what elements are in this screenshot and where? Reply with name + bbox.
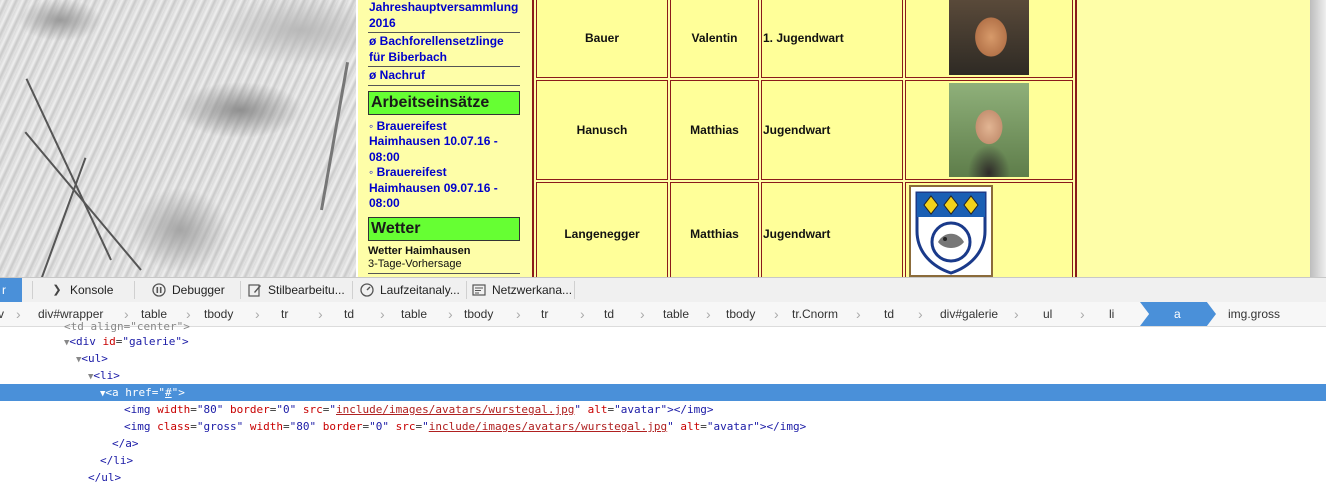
reed-decoration <box>320 62 350 211</box>
divider <box>134 281 135 299</box>
debugger-icon <box>152 283 166 297</box>
tab-style-editor[interactable]: Stilbearbeitu... <box>248 278 345 302</box>
markup-line[interactable]: </a> <box>0 435 1326 452</box>
style-editor-icon <box>248 283 262 297</box>
divider <box>352 281 353 299</box>
club-crest-icon <box>915 191 987 275</box>
attr-value: 80 <box>296 420 310 433</box>
closing-tag: </a> <box>112 437 139 450</box>
surname-cell: Langenegger <box>536 182 668 277</box>
divider <box>466 281 467 299</box>
attr-value: 80 <box>203 403 217 416</box>
section-heading-work: Arbeitseinsätze <box>368 90 520 115</box>
weather-title: Wetter Haimhausen <box>368 244 471 257</box>
attr-value: gross <box>203 420 237 433</box>
role-cell: Jugendwart <box>761 80 903 180</box>
markup-line[interactable]: ▼<ul> <box>0 350 1326 367</box>
firstname-cell: Valentin <box>670 0 759 78</box>
tag-name: div <box>76 335 96 348</box>
work-item[interactable]: ◦ Brauereifest Haimhausen 09.07.16 - 08:… <box>368 165 520 212</box>
members-table: Bauer Valentin 1. Jugendwart Hanusch Mat… <box>532 0 1077 277</box>
work-link[interactable]: ◦ Brauereifest Haimhausen 10.07.16 - 08:… <box>369 119 520 166</box>
page-shadow <box>1310 0 1326 277</box>
divider <box>32 281 33 299</box>
tab-label: Netzwerkana... <box>492 283 573 297</box>
surname-cell: Hanusch <box>536 80 668 180</box>
tab-debugger[interactable]: Debugger <box>152 278 225 302</box>
photo-cell <box>905 182 1073 277</box>
src-link[interactable]: include/images/avatars/wurstegal.jpg <box>429 420 667 433</box>
tag-name: ul <box>88 352 102 365</box>
news-link[interactable]: ø Nachruf <box>369 68 520 84</box>
attr-name: id <box>102 335 116 348</box>
tab-label: Stilbearbeitu... <box>268 283 345 297</box>
devtools-toolbar: r ❯ Konsole Debugger Stilbearbeitu... La… <box>0 277 1326 303</box>
markup-view: <td align="center"> ▼<div id="galerie"> … <box>0 320 1326 484</box>
markup-line[interactable]: </li> <box>0 452 1326 469</box>
markup-line[interactable]: ▼<li> <box>0 367 1326 384</box>
web-page: Jahreshauptversammlung 2016 ø Bachforell… <box>0 0 1326 277</box>
tab-console[interactable]: ❯ Konsole <box>50 278 113 302</box>
work-item[interactable]: ◦ Brauereifest Haimhausen 10.07.16 - 08:… <box>368 119 520 166</box>
reed-decoration <box>24 131 142 271</box>
tab-network[interactable]: Netzwerkana... <box>472 278 572 302</box>
role-cell: Jugendwart <box>761 182 903 277</box>
tab-performance[interactable]: Laufzeitanaly... <box>360 278 460 302</box>
attr-value: avatar <box>620 403 661 416</box>
tab-inspector[interactable]: r <box>0 278 22 302</box>
page-content: Jahreshauptversammlung 2016 ø Bachforell… <box>358 0 1310 277</box>
news-sidebar: Jahreshauptversammlung 2016 ø Bachforell… <box>368 0 520 274</box>
tab-label: r <box>2 283 6 297</box>
tag-name: a <box>112 386 119 399</box>
photo-cell <box>905 80 1073 180</box>
attr-value: galerie <box>129 335 176 348</box>
divider <box>574 281 575 299</box>
src-link[interactable]: include/images/avatars/wurstegal.jpg <box>336 403 574 416</box>
work-link[interactable]: ◦ Brauereifest Haimhausen 09.07.16 - 08:… <box>369 165 520 212</box>
member-photo[interactable] <box>949 83 1029 177</box>
club-crest-image[interactable] <box>909 185 993 277</box>
network-icon <box>472 283 486 297</box>
surname-cell: Bauer <box>536 0 668 78</box>
attr-value: 0 <box>375 420 383 433</box>
table-row: Langenegger Matthias Jugendwart <box>536 182 1073 277</box>
background-image <box>0 0 356 277</box>
table-row: Hanusch Matthias Jugendwart <box>536 80 1073 180</box>
reed-decoration <box>25 78 112 261</box>
closing-tag: </li> <box>100 454 134 467</box>
member-photo[interactable] <box>949 0 1029 75</box>
role-cell: 1. Jugendwart <box>761 0 903 78</box>
news-link[interactable]: ø Bachforellensetzlinge für Biberbach <box>369 34 520 65</box>
tab-label: Laufzeitanaly... <box>380 283 460 297</box>
markup-line[interactable]: ▼<div id="galerie"> <box>0 333 1326 350</box>
markup-line[interactable]: <img class="gross" width="80" border="0"… <box>0 418 1326 435</box>
tab-label: Debugger <box>172 283 225 297</box>
markup-line[interactable]: <img width="80" border="0" src="include/… <box>0 401 1326 418</box>
news-item[interactable]: ø Nachruf <box>368 68 520 86</box>
tag-name: li <box>100 369 114 382</box>
console-icon: ❯ <box>52 284 62 296</box>
weather-subtitle: 3-Tage-Vorhersage <box>368 258 520 274</box>
performance-icon <box>360 283 374 297</box>
divider <box>240 281 241 299</box>
table-row: Bauer Valentin 1. Jugendwart <box>536 0 1073 78</box>
markup-line-selected[interactable]: ▼<a href="#"> <box>0 384 1326 401</box>
photo-cell <box>905 0 1073 78</box>
attr-value: 0 <box>283 403 290 416</box>
news-link[interactable]: Jahreshauptversammlung 2016 <box>369 0 520 31</box>
firstname-cell: Matthias <box>670 182 759 277</box>
attr-name: href <box>125 386 152 399</box>
attr-value: avatar <box>713 420 754 433</box>
tab-label: Konsole <box>70 283 114 297</box>
firstname-cell: Matthias <box>670 80 759 180</box>
section-heading-weather: Wetter <box>368 216 520 241</box>
news-item[interactable]: ø Bachforellensetzlinge für Biberbach <box>368 34 520 67</box>
news-item[interactable]: Jahreshauptversammlung 2016 <box>368 0 520 33</box>
attr-value: # <box>165 386 172 399</box>
